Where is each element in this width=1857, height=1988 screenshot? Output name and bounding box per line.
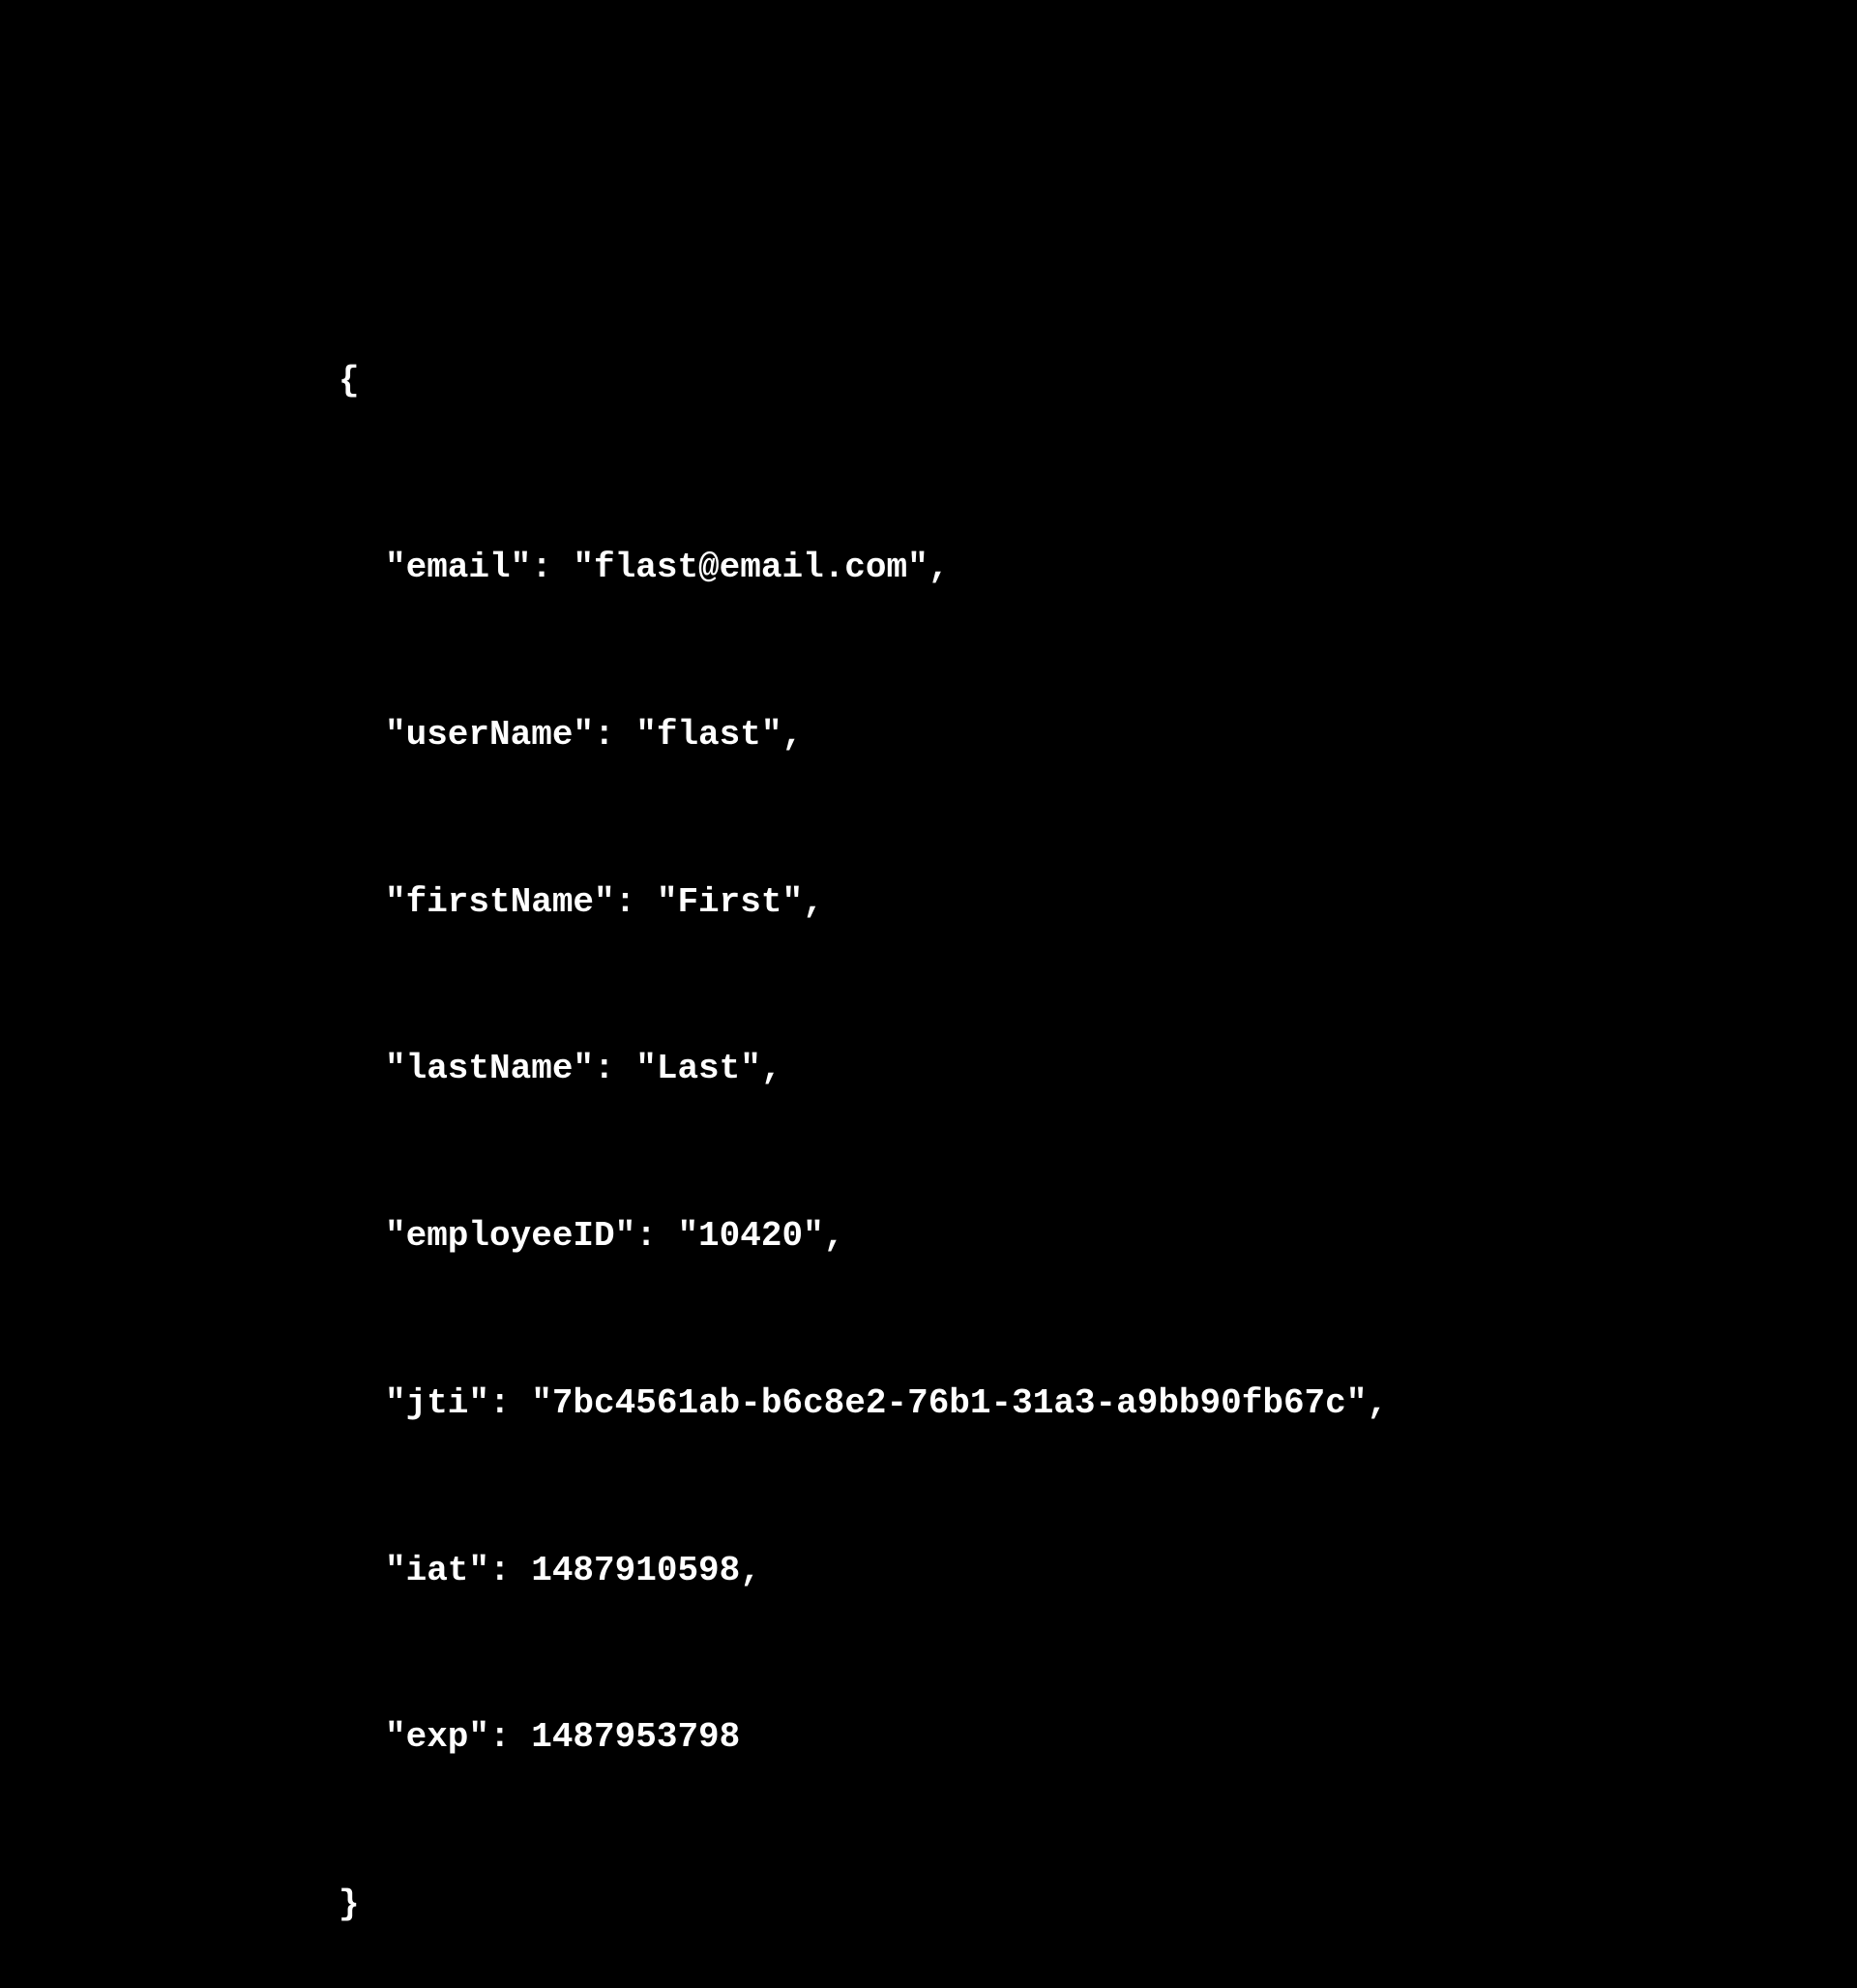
json-line-jti: "jti": "7bc4561ab-b6c8e2-76b1-31a3-a9bb9… (339, 1376, 1388, 1432)
json-line-firstname: "firstName": "First", (339, 875, 1388, 931)
json-line-exp: "exp": 1487953798 (339, 1709, 1388, 1765)
json-code-block: { "email": "flast@email.com", "userName"… (339, 242, 1388, 1988)
open-brace: { (339, 353, 1388, 409)
json-line-email: "email": "flast@email.com", (339, 540, 1388, 596)
json-line-employeeid: "employeeID": "10420", (339, 1208, 1388, 1264)
json-line-iat: "iat": 1487910598, (339, 1543, 1388, 1599)
json-line-username: "userName": "flast", (339, 707, 1388, 763)
close-brace: } (339, 1877, 1388, 1933)
json-line-lastname: "lastName": "Last", (339, 1041, 1388, 1097)
